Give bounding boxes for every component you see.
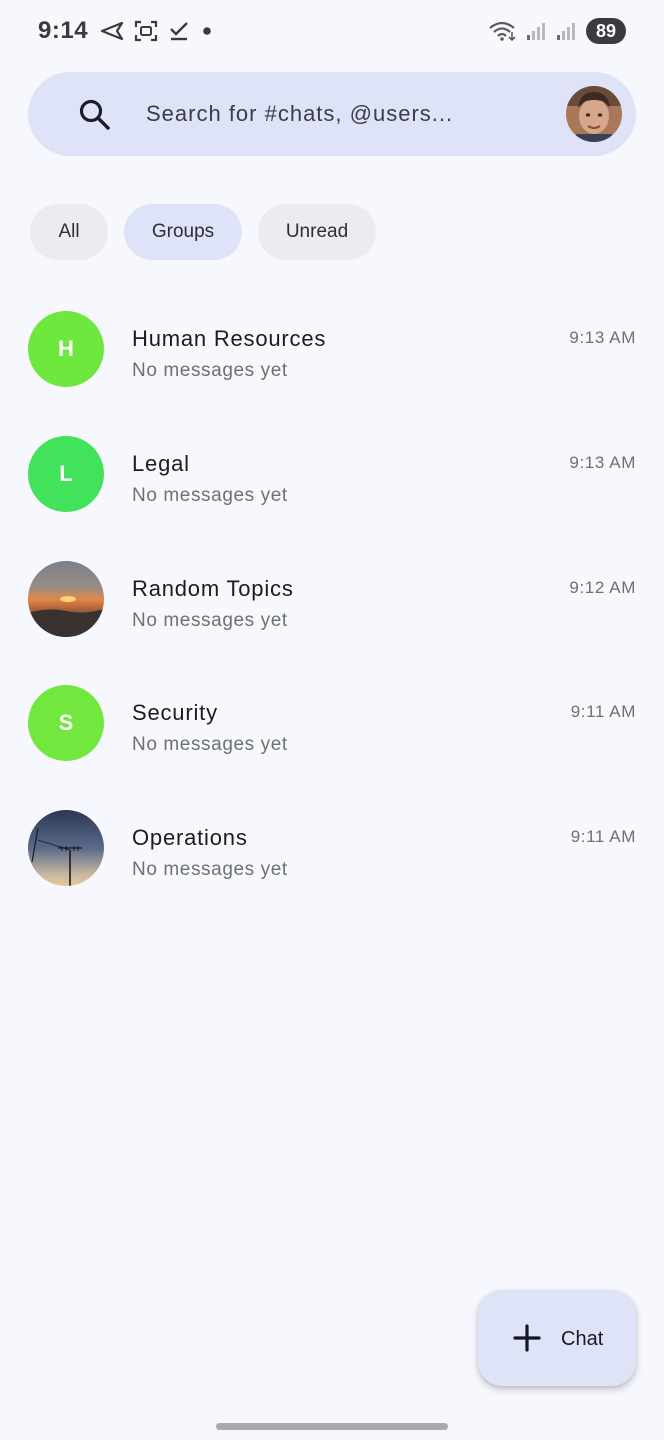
send-icon xyxy=(100,21,124,41)
wifi-icon xyxy=(489,21,516,42)
chat-name: Operations xyxy=(132,825,248,851)
gesture-nav-bar[interactable] xyxy=(216,1423,448,1430)
screenshot-icon xyxy=(134,20,158,42)
chat-avatar xyxy=(28,810,104,887)
new-chat-label: Chat xyxy=(561,1328,604,1350)
chat-preview: No messages yet xyxy=(132,859,288,881)
status-right: 89 xyxy=(488,18,626,44)
chat-avatar: H xyxy=(28,311,104,387)
chat-preview: No messages yet xyxy=(132,360,288,381)
chat-list: H Human Resources No messages yet 9:13 A… xyxy=(0,286,664,910)
profile-photo xyxy=(566,86,622,142)
battery-level: 89 xyxy=(586,18,626,44)
chat-time: 9:11 AM xyxy=(570,702,636,722)
chat-row-legal[interactable]: L Legal No messages yet 9:13 AM xyxy=(0,411,664,536)
signal-icon-2 xyxy=(557,23,575,40)
profile-avatar[interactable] xyxy=(566,86,622,142)
chat-avatar: S xyxy=(28,685,104,762)
avatar-initial: L xyxy=(59,460,73,486)
status-left: 9:14 xyxy=(38,17,214,45)
chat-row-human-resources[interactable]: H Human Resources No messages yet 9:13 A… xyxy=(0,286,664,411)
signal-icon xyxy=(527,23,545,40)
status-time: 9:14 xyxy=(38,17,89,44)
chat-avatar: L xyxy=(28,435,104,512)
chat-time: 9:12 AM xyxy=(569,577,636,597)
chat-row-random-topics[interactable]: Random Topics No messages yet 9:12 AM xyxy=(0,536,664,661)
chat-row-operations[interactable]: Operations No messages yet 9:11 AM xyxy=(0,785,664,910)
chat-name: Human Resources xyxy=(132,326,327,351)
chat-name: Random Topics xyxy=(132,575,294,601)
task-done-icon xyxy=(170,22,188,41)
search-input[interactable]: Search for #chats, @users... xyxy=(146,101,453,127)
chat-name: Legal xyxy=(132,450,190,476)
filter-chips: All Groups Unread xyxy=(30,204,376,260)
dot-icon xyxy=(203,27,211,35)
status-bar: 9:14 89 xyxy=(0,0,664,62)
chat-avatar xyxy=(28,560,104,637)
chat-preview: No messages yet xyxy=(132,484,288,506)
search-icon[interactable] xyxy=(78,98,112,132)
chat-time: 9:11 AM xyxy=(570,827,636,847)
chat-preview: No messages yet xyxy=(132,734,288,756)
chat-row-security[interactable]: S Security No messages yet 9:11 AM xyxy=(0,660,664,785)
chat-name: Security xyxy=(132,700,218,726)
avatar-initial: H xyxy=(58,336,74,361)
chat-time: 9:13 AM xyxy=(569,452,636,472)
filter-chip-all[interactable]: All xyxy=(30,204,108,260)
notification-icons xyxy=(100,20,214,42)
chat-preview: No messages yet xyxy=(132,609,288,631)
search-bar[interactable]: Search for #chats, @users... xyxy=(28,72,636,156)
new-chat-button[interactable]: Chat xyxy=(478,1290,636,1386)
filter-chip-unread[interactable]: Unread xyxy=(258,204,376,260)
chat-time: 9:13 AM xyxy=(569,328,636,347)
plus-icon xyxy=(513,1324,541,1352)
filter-chip-groups[interactable]: Groups xyxy=(124,204,242,260)
avatar-initial: S xyxy=(58,710,74,736)
antenna-photo xyxy=(28,810,104,887)
chat-list-screen: 9:14 89 Search for #chats, @users... All… xyxy=(0,0,664,1440)
sunset-photo xyxy=(28,560,104,637)
